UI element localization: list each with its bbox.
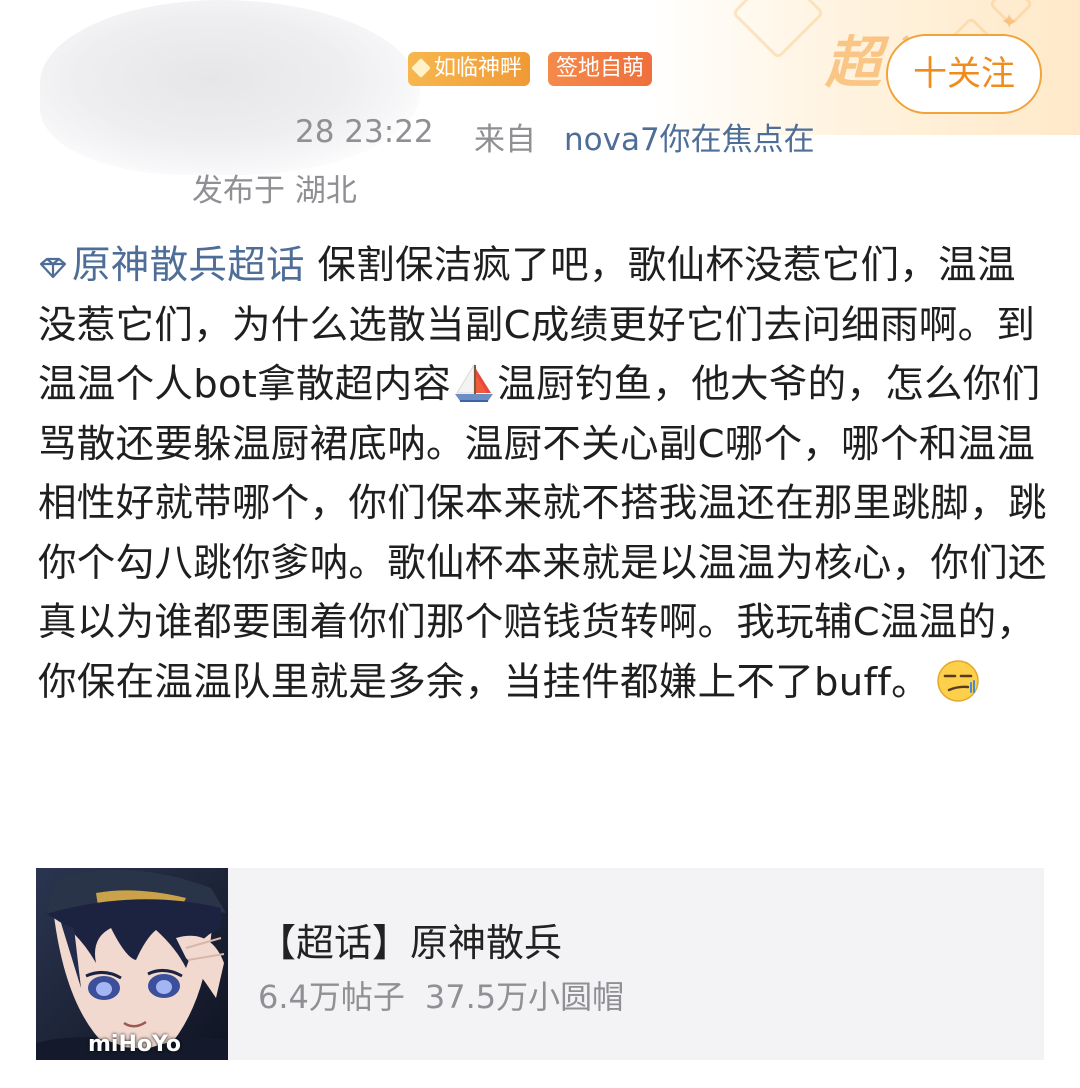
weibo-post-page: 超话 ✦ 如临神畔 签地自萌 十关注 28 23:22 来自 nova7你在焦点… xyxy=(0,0,1080,1088)
post-location: 发布于 湖北 xyxy=(192,173,357,209)
super-topic-card-stats: 6.4万帖子 37.5万小圆帽 xyxy=(258,972,624,1018)
sparkle-icon: ✦ xyxy=(1000,10,1019,35)
super-topic-label: 原神散兵超话 xyxy=(72,243,305,288)
checkin-badge[interactable]: 签地自萌 xyxy=(548,52,653,86)
diamond-decoration-icon xyxy=(731,0,825,60)
post-time: 28 23:22 xyxy=(295,114,434,150)
mihoyo-logo-text: miHoYo xyxy=(88,1032,182,1057)
sailboat-emoji-icon xyxy=(455,363,494,402)
post-count: 6.4万帖子 xyxy=(258,978,405,1016)
diamond-topic-icon xyxy=(39,257,67,278)
badge-label: 如临神畔 xyxy=(434,56,523,81)
super-topic-thumbnail: miHoYo xyxy=(36,868,228,1060)
super-topic-card-title: 【超话】原神散兵 xyxy=(258,921,563,965)
post-text-part-2: 温厨钓鱼，他大爷的，怎么你们骂散还要躲温厨裙底呐。温厨不关心副C哪个，哪个和温温… xyxy=(38,362,1047,705)
gem-icon xyxy=(411,58,431,78)
post-device-link[interactable]: nova7你在焦点在 xyxy=(564,114,815,159)
member-count: 37.5万小圆帽 xyxy=(424,978,625,1016)
post-content: 原神散兵超话 保割保洁疯了吧，歌仙杯没惹它们，温温没惹它们，为什么选散当副C成绩… xyxy=(38,236,1048,712)
post-source-label: 来自 xyxy=(474,122,536,158)
follow-button[interactable]: 十关注 xyxy=(886,34,1042,114)
super-topic-link[interactable]: 原神散兵超话 xyxy=(38,243,305,288)
smirk-face-emoji-icon xyxy=(937,659,979,702)
fan-level-badge[interactable]: 如临神畔 xyxy=(408,52,531,86)
super-topic-card[interactable]: miHoYo 【超话】原神散兵 6.4万帖子 37.5万小圆帽 xyxy=(36,868,1044,1060)
